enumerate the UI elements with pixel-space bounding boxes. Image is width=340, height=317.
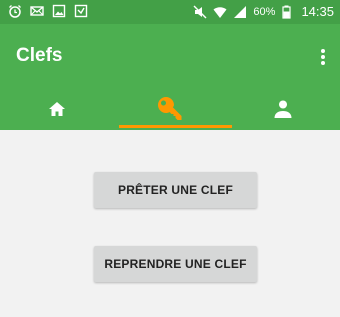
status-time: 14:35: [301, 4, 334, 19]
signal-icon: [233, 5, 247, 19]
wifi-icon: [213, 5, 227, 19]
status-left-icons: [8, 4, 88, 18]
more-vert-icon: [321, 49, 325, 65]
home-icon: [48, 102, 65, 116]
tab-home[interactable]: [0, 88, 113, 130]
alarm-icon: [8, 4, 22, 18]
page-title: Clefs: [16, 45, 63, 66]
app-bar: 60% 14:35 Clefs: [0, 0, 340, 130]
tab-bar: [0, 88, 340, 130]
battery-percent: 60%: [253, 5, 276, 18]
status-right-icons: 60% 14:35: [193, 4, 334, 19]
return-key-button[interactable]: REPRENDRE UNE CLEF: [94, 246, 257, 282]
image-icon: [52, 4, 66, 18]
battery-icon: [281, 5, 295, 19]
mute-icon: [193, 5, 207, 19]
overflow-menu-button[interactable]: [314, 44, 332, 70]
person-icon: [274, 100, 292, 118]
status-bar: 60% 14:35: [0, 0, 340, 24]
mail-icon: [30, 4, 44, 18]
lend-key-button[interactable]: PRÊTER UNE CLEF: [94, 172, 257, 208]
tab-indicator: [119, 125, 232, 128]
tab-keys[interactable]: [113, 88, 226, 130]
tab-profile[interactable]: [227, 88, 340, 130]
key-icon: [157, 97, 182, 120]
vibrate-icon: [74, 4, 88, 18]
